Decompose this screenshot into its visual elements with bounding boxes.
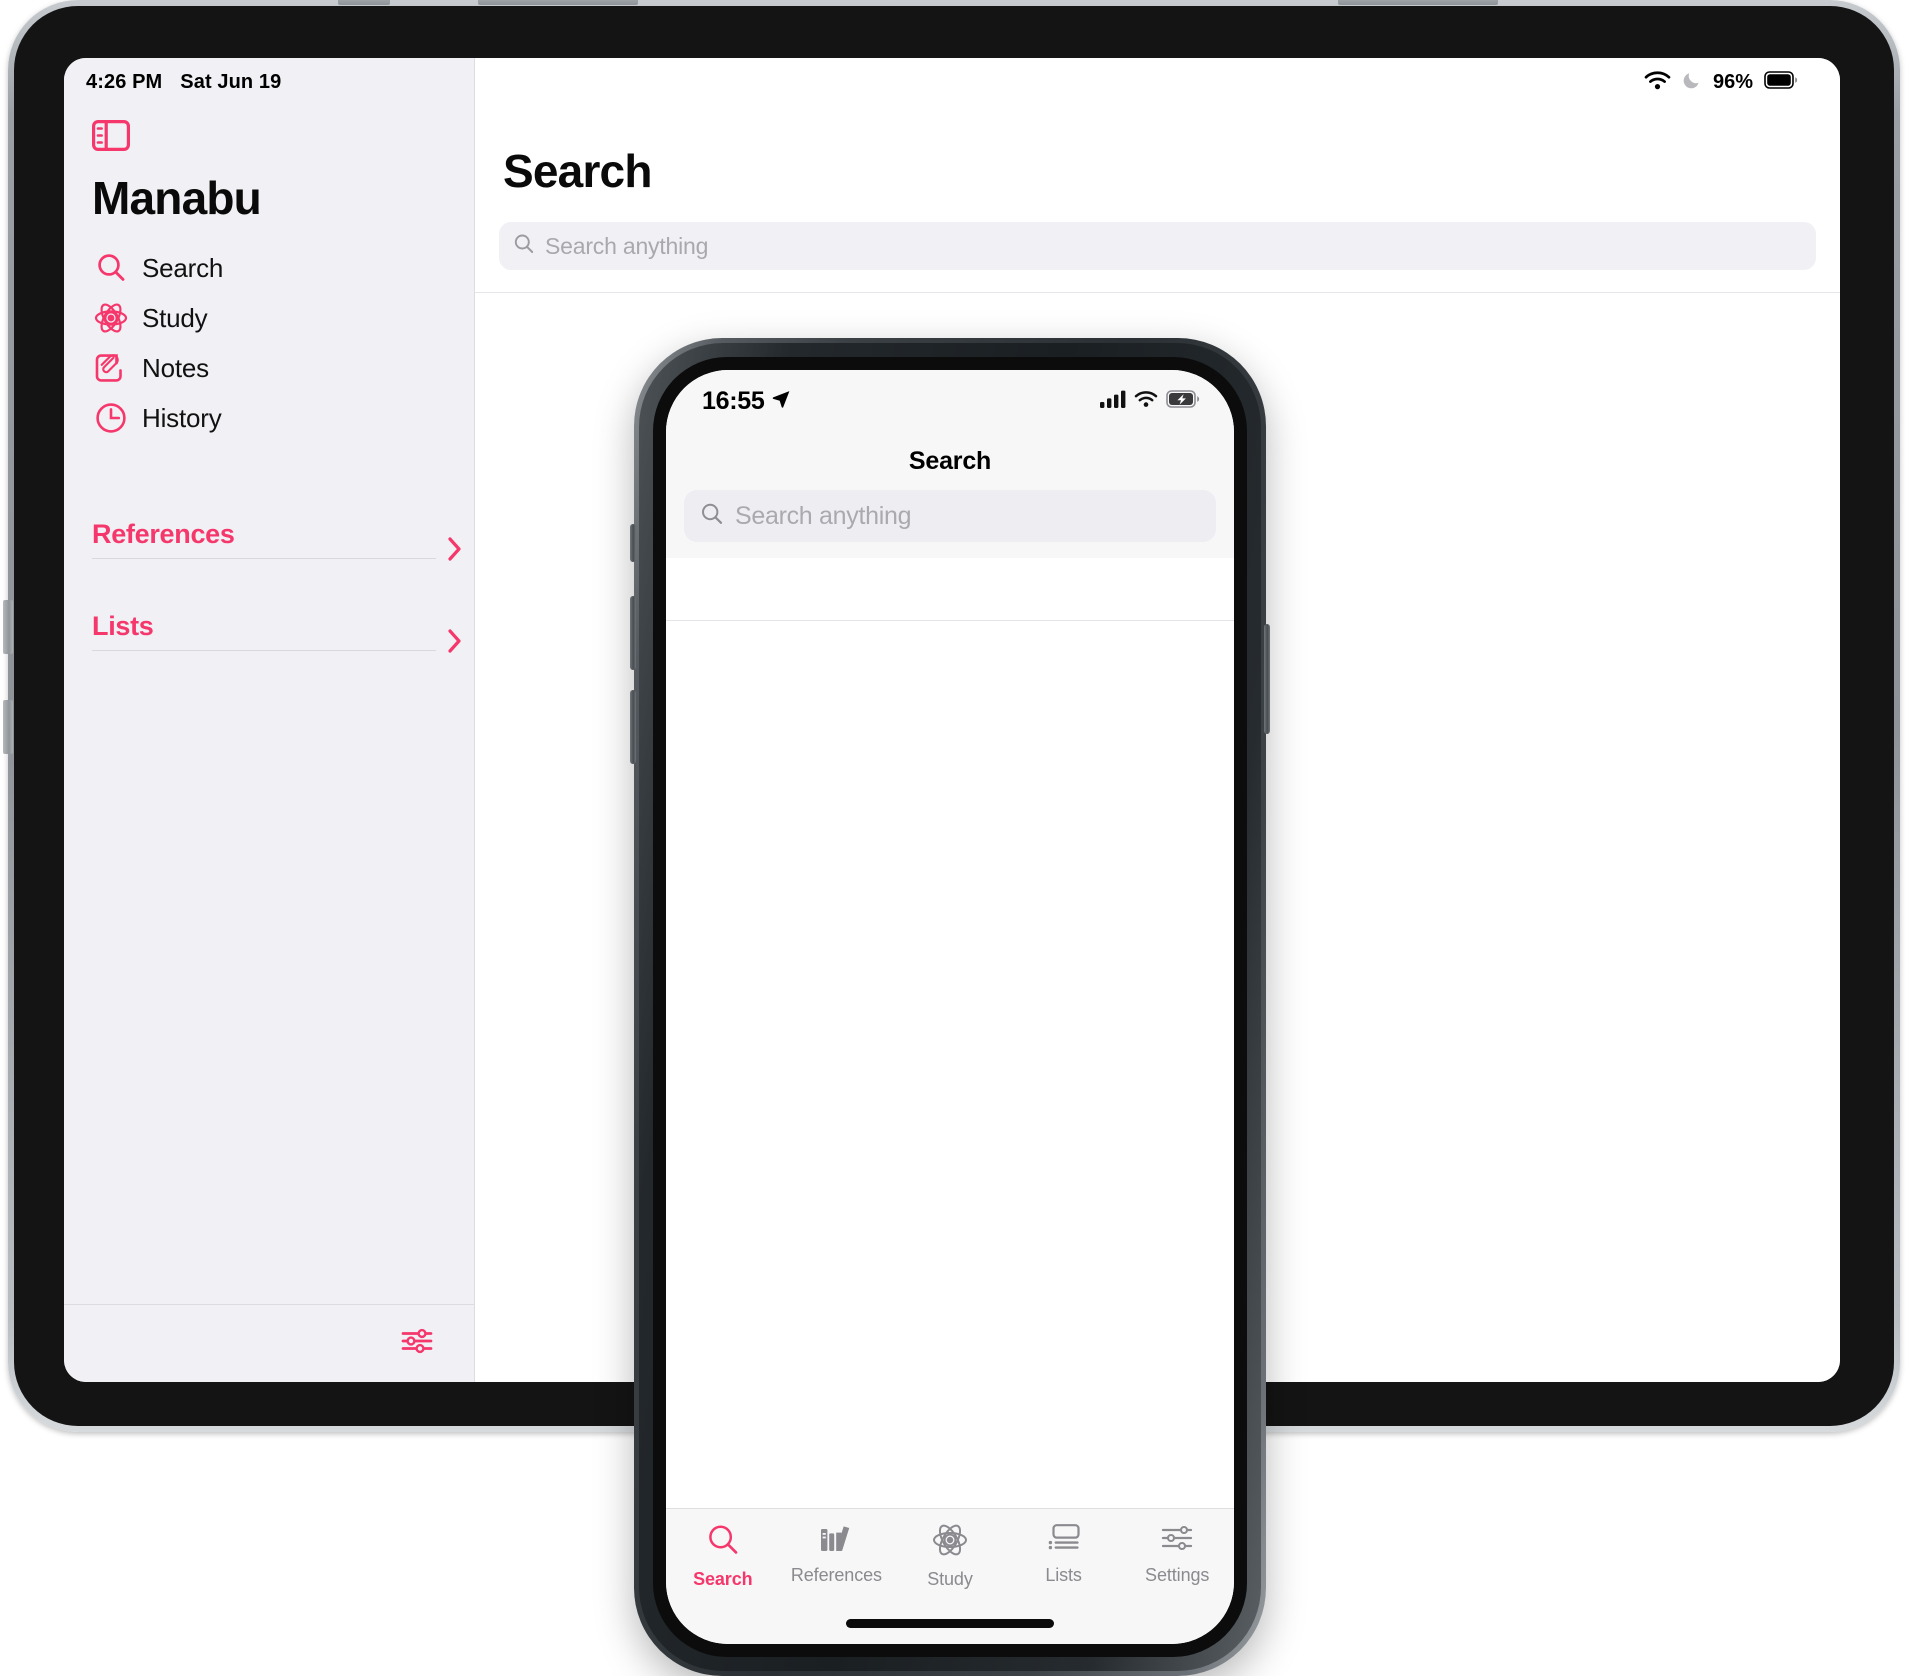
tab-lists[interactable]: Lists: [1007, 1523, 1121, 1586]
sidebar-toggle-icon[interactable]: [92, 120, 130, 151]
battery-charging-icon: [1166, 389, 1200, 413]
battery-icon: [1764, 70, 1798, 94]
iphone-nav-bar: Search: [666, 432, 1234, 490]
ipad-top-button[interactable]: [338, 0, 390, 5]
search-input-placeholder: Search anything: [735, 501, 912, 530]
search-input[interactable]: Search anything: [499, 222, 1816, 270]
sidebar-footer: [64, 1304, 474, 1382]
detail-search-container: Search anything: [475, 198, 1840, 270]
search-icon: [706, 1523, 740, 1562]
iphone-band: 16:55 Search Search anything Search Refe…: [639, 343, 1261, 1671]
note-paperclip-icon: [92, 349, 130, 387]
sidebar-group-label: Lists: [92, 611, 154, 641]
iphone-bezel: 16:55 Search Search anything Search Refe…: [653, 357, 1247, 1657]
moon-dnd-icon: [1682, 70, 1702, 95]
app-title: Manabu: [92, 172, 262, 224]
search-input-placeholder: Search anything: [545, 232, 709, 259]
sidebar-item-label: Study: [142, 302, 208, 333]
sliders-settings-icon[interactable]: [400, 1326, 434, 1361]
books-icon: [819, 1523, 853, 1558]
sidebar-group-lists[interactable]: Lists: [92, 611, 461, 661]
list-layout-icon: [1047, 1523, 1081, 1558]
tab-label: References: [790, 1565, 882, 1585]
search-icon: [92, 249, 130, 287]
tab-references[interactable]: References: [780, 1523, 894, 1586]
location-arrow-icon: [771, 387, 791, 416]
home-indicator[interactable]: [846, 1619, 1054, 1628]
iphone-volume-up-button[interactable]: [630, 596, 636, 670]
cellular-bars-icon: [1100, 390, 1126, 413]
iphone-results-area: [666, 620, 1234, 1508]
iphone-nav-title: Search: [908, 446, 992, 475]
wifi-icon: [1644, 70, 1671, 95]
battery-percent-label: 96%: [1712, 70, 1753, 93]
iphone-search-container: Search anything: [666, 490, 1234, 558]
ipad-status-time: 4:26 PM: [86, 70, 163, 93]
tab-label: Search: [693, 1569, 753, 1589]
sidebar-item-label: History: [142, 402, 222, 433]
iphone-status-indicators: [1100, 389, 1200, 413]
iphone-volume-down-button[interactable]: [630, 690, 636, 764]
ipad-status-bar-left: 4:26 PM Sat Jun 19: [64, 58, 474, 96]
search-input[interactable]: Search anything: [684, 490, 1216, 542]
iphone-mute-switch[interactable]: [630, 524, 636, 562]
sidebar-item-history[interactable]: History: [64, 393, 474, 443]
ipad-antenna-line-left: [478, 0, 638, 5]
sidebar-item-notes[interactable]: Notes: [64, 343, 474, 393]
sidebar-item-label: Notes: [142, 352, 209, 383]
sidebar-nav: Search Study Notes History: [64, 243, 474, 443]
sidebar: 4:26 PM Sat Jun 19 Manabu Search Study N…: [64, 58, 475, 1382]
ipad-status-date: Sat Jun 19: [180, 70, 282, 93]
ipad-volume-up-button[interactable]: [3, 600, 13, 654]
screenshot-stage: 4:26 PM Sat Jun 19 Manabu Search Study N…: [0, 0, 1908, 1676]
ipad-antenna-line-right: [1338, 0, 1498, 5]
tab-settings[interactable]: Settings: [1120, 1523, 1234, 1586]
tab-label: Settings: [1145, 1565, 1210, 1585]
iphone-status-time-group: 16:55: [702, 387, 791, 416]
tab-label: Lists: [1045, 1565, 1082, 1585]
sidebar-item-study[interactable]: Study: [64, 293, 474, 343]
iphone-status-bar: 16:55: [666, 370, 1234, 432]
sidebar-item-search[interactable]: Search: [64, 243, 474, 293]
search-icon: [700, 502, 724, 531]
atom-icon: [92, 299, 130, 337]
sliders-settings-icon: [1160, 1523, 1194, 1558]
iphone-screen: 16:55 Search Search anything Search Refe…: [666, 370, 1234, 1644]
search-icon: [513, 233, 535, 260]
detail-divider: [475, 292, 1840, 293]
page-title: Search: [503, 145, 652, 197]
wifi-icon: [1134, 390, 1158, 413]
chevron-right-icon[interactable]: [446, 535, 464, 563]
sidebar-item-label: Search: [142, 252, 224, 283]
sidebar-group-references[interactable]: References: [92, 519, 461, 569]
sidebar-groups: References Lists: [64, 519, 474, 661]
tab-search[interactable]: Search: [666, 1523, 780, 1590]
sidebar-group-label: References: [92, 519, 235, 549]
tab-label: Study: [927, 1569, 973, 1589]
chevron-right-icon[interactable]: [446, 627, 464, 655]
tab-study[interactable]: Study: [893, 1523, 1007, 1590]
ipad-volume-down-button[interactable]: [3, 700, 13, 754]
iphone-side-button[interactable]: [1264, 624, 1270, 734]
iphone-device: 16:55 Search Search anything Search Refe…: [630, 338, 1270, 1676]
clock-icon: [92, 399, 130, 437]
ipad-status-bar-right: 96%: [475, 58, 1840, 96]
iphone-status-time: 16:55: [702, 386, 765, 415]
atom-icon: [932, 1523, 968, 1562]
